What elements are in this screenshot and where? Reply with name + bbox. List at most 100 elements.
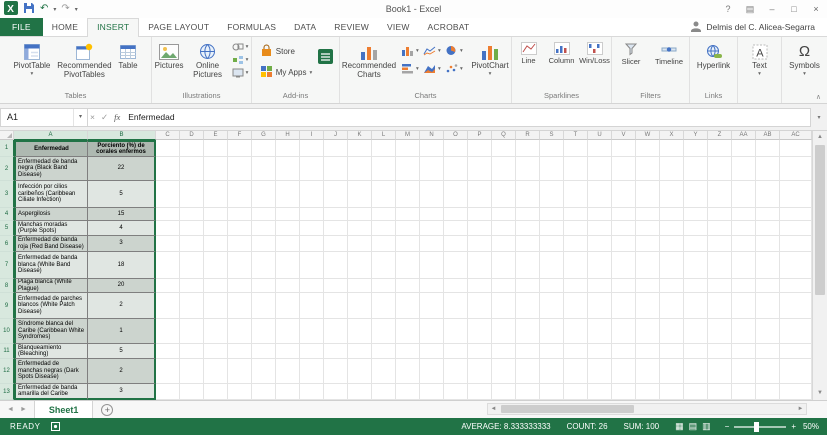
- cell-AC6[interactable]: [780, 236, 812, 252]
- cell-X8[interactable]: [660, 279, 684, 293]
- cell-Q1[interactable]: [492, 140, 516, 157]
- row-header-1[interactable]: 1: [0, 140, 14, 157]
- cell-U6[interactable]: [588, 236, 612, 252]
- cell-X4[interactable]: [660, 208, 684, 221]
- scroll-down-icon[interactable]: ▼: [813, 387, 827, 400]
- cell-J12[interactable]: [324, 359, 348, 384]
- cell-K12[interactable]: [348, 359, 372, 384]
- cell-E8[interactable]: [204, 279, 228, 293]
- cell-M4[interactable]: [396, 208, 420, 221]
- vertical-scrollbar-thumb[interactable]: [815, 145, 825, 295]
- cell-Z12[interactable]: [708, 359, 732, 384]
- cell-T8[interactable]: [564, 279, 588, 293]
- cell-L8[interactable]: [372, 279, 396, 293]
- cell-T10[interactable]: [564, 319, 588, 344]
- cell-K3[interactable]: [348, 181, 372, 208]
- column-header-Z[interactable]: Z: [708, 131, 732, 140]
- cell-M6[interactable]: [396, 236, 420, 252]
- cell-R11[interactable]: [516, 344, 540, 359]
- undo-caret-icon[interactable]: ▾: [53, 6, 56, 13]
- cell-A11[interactable]: Blanqueamiento (Bleaching): [14, 344, 88, 359]
- cell-U5[interactable]: [588, 221, 612, 236]
- cell-G2[interactable]: [252, 157, 276, 181]
- cell-AB5[interactable]: [756, 221, 780, 236]
- cell-R1[interactable]: [516, 140, 540, 157]
- recommended-charts-button[interactable]: Recommended Charts: [340, 39, 398, 79]
- cell-B8[interactable]: 20: [88, 279, 156, 293]
- store-button[interactable]: Store: [258, 43, 314, 60]
- cell-AA1[interactable]: [732, 140, 756, 157]
- cell-Y1[interactable]: [684, 140, 708, 157]
- insert-function-button[interactable]: fx: [114, 112, 120, 122]
- cell-F5[interactable]: [228, 221, 252, 236]
- pivottable-button[interactable]: PivotTable ▾: [11, 39, 52, 77]
- cell-A8[interactable]: Plaga blanca (White Plague): [14, 279, 88, 293]
- cell-I10[interactable]: [300, 319, 324, 344]
- cell-L3[interactable]: [372, 181, 396, 208]
- cell-Q9[interactable]: [492, 293, 516, 319]
- horizontal-scrollbar[interactable]: ◄ ►: [487, 403, 807, 415]
- cell-AB13[interactable]: [756, 384, 780, 400]
- cell-Z8[interactable]: [708, 279, 732, 293]
- cell-AC10[interactable]: [780, 319, 812, 344]
- zoom-in-button[interactable]: +: [791, 422, 796, 431]
- column-header-I[interactable]: I: [300, 131, 324, 140]
- cell-B6[interactable]: 3: [88, 236, 156, 252]
- cell-AB6[interactable]: [756, 236, 780, 252]
- cell-N5[interactable]: [420, 221, 444, 236]
- cell-D9[interactable]: [180, 293, 204, 319]
- cell-O7[interactable]: [444, 252, 468, 279]
- account-info[interactable]: Delmis del C. Alicea-Segarra: [690, 18, 827, 36]
- cell-W3[interactable]: [636, 181, 660, 208]
- cell-C10[interactable]: [156, 319, 180, 344]
- cell-Z6[interactable]: [708, 236, 732, 252]
- cell-U8[interactable]: [588, 279, 612, 293]
- cell-T6[interactable]: [564, 236, 588, 252]
- cell-AA3[interactable]: [732, 181, 756, 208]
- collapse-ribbon-button[interactable]: ∧: [816, 93, 821, 101]
- cell-J2[interactable]: [324, 157, 348, 181]
- cell-Z3[interactable]: [708, 181, 732, 208]
- shapes-button[interactable]: ▾: [232, 42, 248, 52]
- cell-S11[interactable]: [540, 344, 564, 359]
- cell-K7[interactable]: [348, 252, 372, 279]
- cell-S6[interactable]: [540, 236, 564, 252]
- column-header-M[interactable]: M: [396, 131, 420, 140]
- insert-area-chart-button[interactable]: ▾: [423, 60, 444, 77]
- cell-H4[interactable]: [276, 208, 300, 221]
- cell-D11[interactable]: [180, 344, 204, 359]
- cell-X9[interactable]: [660, 293, 684, 319]
- cell-AA13[interactable]: [732, 384, 756, 400]
- cell-F10[interactable]: [228, 319, 252, 344]
- cell-D6[interactable]: [180, 236, 204, 252]
- cell-O1[interactable]: [444, 140, 468, 157]
- recent-app-tile[interactable]: [314, 39, 334, 64]
- cell-D10[interactable]: [180, 319, 204, 344]
- cell-U13[interactable]: [588, 384, 612, 400]
- undo-button[interactable]: ↶: [40, 2, 48, 16]
- cell-N8[interactable]: [420, 279, 444, 293]
- column-header-B[interactable]: B: [88, 131, 156, 140]
- cell-V10[interactable]: [612, 319, 636, 344]
- cell-N7[interactable]: [420, 252, 444, 279]
- cell-L9[interactable]: [372, 293, 396, 319]
- qat-customize-button[interactable]: ▾: [75, 6, 78, 13]
- cell-J13[interactable]: [324, 384, 348, 400]
- cell-AC3[interactable]: [780, 181, 812, 208]
- row-header-13[interactable]: 13: [0, 384, 14, 400]
- cell-C7[interactable]: [156, 252, 180, 279]
- cell-H2[interactable]: [276, 157, 300, 181]
- cell-I12[interactable]: [300, 359, 324, 384]
- cell-Y8[interactable]: [684, 279, 708, 293]
- sparkline-line-button[interactable]: Line: [512, 39, 545, 66]
- cell-D1[interactable]: [180, 140, 204, 157]
- cell-A1[interactable]: Enfermedad: [14, 140, 88, 157]
- cell-Z2[interactable]: [708, 157, 732, 181]
- cell-O13[interactable]: [444, 384, 468, 400]
- cell-J3[interactable]: [324, 181, 348, 208]
- smartart-button[interactable]: ▾: [232, 55, 248, 65]
- cell-AA12[interactable]: [732, 359, 756, 384]
- cell-AC13[interactable]: [780, 384, 812, 400]
- cell-X1[interactable]: [660, 140, 684, 157]
- cell-J7[interactable]: [324, 252, 348, 279]
